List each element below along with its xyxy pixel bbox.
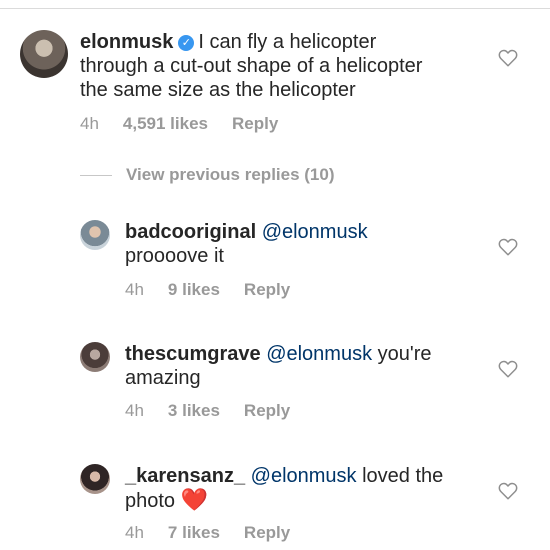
reply-username[interactable]: _karensanz_	[125, 465, 245, 487]
reply-meta: 4h 9 likes Reply	[125, 280, 290, 300]
verified-badge-icon: ✓	[178, 35, 195, 51]
view-previous-label[interactable]: View previous replies (10)	[126, 165, 335, 185]
comment-body: elonmusk ✓ I can fly a helicopter through …	[80, 30, 480, 102]
reply-meta: 4h 3 likes Reply	[125, 401, 290, 421]
avatar[interactable]	[80, 464, 110, 494]
reply-text-line2: amazing	[125, 367, 201, 389]
reply-body: badcooriginal @elonmusk proooove it	[125, 220, 485, 268]
heart-outline-icon[interactable]	[498, 238, 518, 256]
avatar[interactable]	[20, 30, 68, 78]
reply-button[interactable]: Reply	[232, 114, 278, 134]
avatar[interactable]	[80, 342, 110, 372]
reply-username[interactable]: thescumgrave	[125, 343, 261, 365]
mention-link[interactable]: @elonmusk	[262, 221, 368, 243]
avatar[interactable]	[80, 220, 110, 250]
red-heart-emoji: ❤️	[180, 487, 209, 512]
reply-button[interactable]: Reply	[244, 401, 290, 421]
heart-outline-icon[interactable]	[498, 360, 518, 378]
reply-body: _karensanz_ @elonmusk loved the photo ❤️	[125, 464, 485, 513]
comment-time: 4h	[80, 114, 99, 133]
reply-time: 4h	[125, 523, 144, 542]
view-previous-replies[interactable]: View previous replies (10)	[80, 165, 335, 185]
comment-username[interactable]: elonmusk	[80, 31, 173, 53]
reply-text: loved the	[356, 465, 444, 487]
reply-meta: 4h 7 likes Reply	[125, 523, 290, 543]
reply-button[interactable]: Reply	[244, 280, 290, 300]
reply-text-line2: photo	[125, 490, 181, 512]
heart-outline-icon[interactable]	[498, 482, 518, 500]
comment-likes[interactable]: 4,591 likes	[123, 114, 208, 134]
reply-text-line2: proooove it	[125, 245, 224, 267]
divider-line	[80, 174, 112, 176]
reply-likes[interactable]: 7 likes	[168, 523, 220, 543]
mention-link[interactable]: @elonmusk	[251, 465, 357, 487]
reply-time: 4h	[125, 401, 144, 420]
top-divider	[0, 8, 550, 9]
reply-body: thescumgrave @elonmusk you're amazing	[125, 342, 485, 390]
comment-text-line3: the same size as the helicopter	[80, 79, 356, 101]
comment-text-line2: through a cut-out shape of a helicopter	[80, 55, 423, 77]
comment-meta: 4h 4,591 likes Reply	[80, 114, 278, 134]
reply-button[interactable]: Reply	[244, 523, 290, 543]
reply-likes[interactable]: 9 likes	[168, 280, 220, 300]
mention-link[interactable]: @elonmusk	[266, 343, 372, 365]
reply-likes[interactable]: 3 likes	[168, 401, 220, 421]
heart-outline-icon[interactable]	[498, 49, 518, 67]
reply-text: you're	[372, 343, 432, 365]
reply-time: 4h	[125, 280, 144, 299]
reply-username[interactable]: badcooriginal	[125, 221, 256, 243]
comment-text-line1: I can fly a helicopter	[198, 31, 377, 53]
